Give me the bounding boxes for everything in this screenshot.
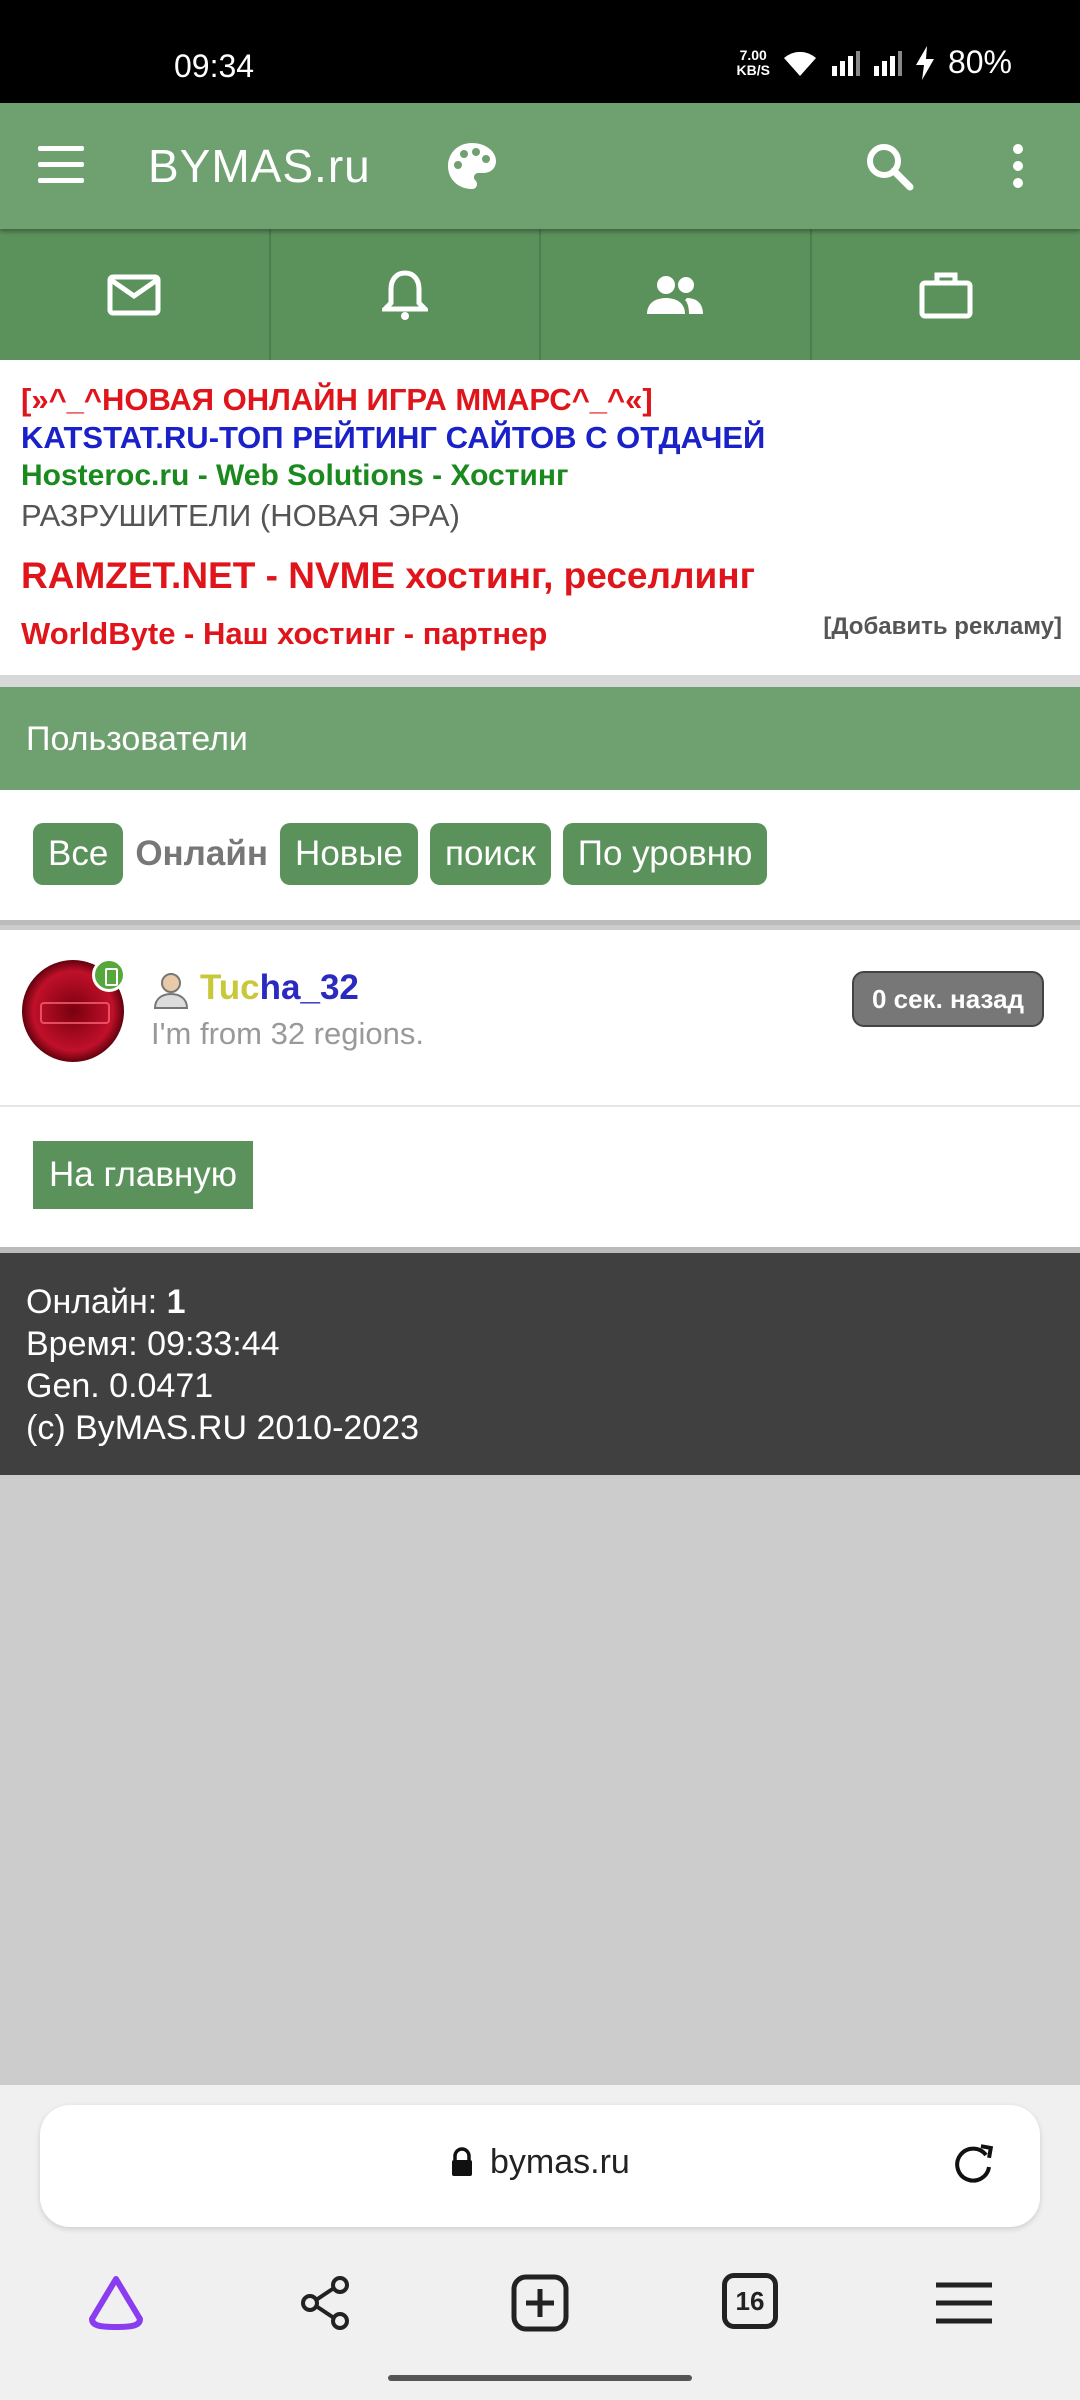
footer: Онлайн: 1 Время: 09:33:44 Gen. 0.0471 (c…: [0, 1253, 1080, 1475]
browser-menu-icon[interactable]: [934, 2273, 994, 2333]
more-vert-icon[interactable]: [1010, 141, 1026, 191]
user-name-link[interactable]: Tucha_32: [200, 968, 359, 1008]
address-bar[interactable]: bymas.ru: [40, 2105, 1040, 2227]
user-name-part: Tuc: [200, 968, 260, 1007]
add-ad-link[interactable]: [Добавить рекламу]: [823, 613, 1062, 641]
net-speed-unit: KB/S: [736, 61, 770, 78]
user-icon: [153, 973, 189, 1009]
signal-icon: [831, 50, 860, 76]
site-title[interactable]: BYMAS.ru: [148, 139, 371, 193]
tab-bar: [0, 229, 1080, 360]
ad-link-hosteroc[interactable]: Hosteroc.ru - Web Solutions - Хостинг: [21, 459, 568, 493]
footer-gen: Gen. 0.0471: [26, 1367, 214, 1405]
section-title: Пользователи: [26, 720, 248, 758]
share-icon[interactable]: [296, 2273, 356, 2333]
charging-icon: [915, 45, 934, 80]
browser-nav: 16: [0, 2255, 1080, 2355]
briefcase-icon: [919, 272, 973, 318]
tab-friends[interactable]: [541, 229, 812, 360]
browser-toolbar: bymas.ru 16: [0, 2085, 1080, 2400]
home-box: На главную: [0, 1107, 1080, 1253]
footer-copyright: (c) ByMAS.RU 2010-2023: [26, 1409, 420, 1447]
net-speed: 7.00 KB/S: [736, 46, 770, 78]
bell-icon: [381, 269, 428, 320]
tab-notifications[interactable]: [271, 229, 541, 360]
tab-mail[interactable]: [0, 229, 271, 360]
status-bar: 09:34 7.00 KB/S 80%: [0, 0, 1080, 103]
user-status-text: I'm from 32 regions.: [151, 1016, 424, 1051]
mail-icon: [107, 274, 161, 315]
reload-icon[interactable]: [950, 2141, 996, 2187]
search-icon[interactable]: [864, 141, 914, 191]
new-tab-icon[interactable]: [510, 2273, 570, 2333]
online-mobile-icon: [92, 958, 126, 992]
filter-online-active: Онлайн: [135, 834, 269, 873]
user-name-part: ha_32: [259, 968, 359, 1007]
signal-icon-2: [873, 50, 902, 76]
alice-assistant-icon[interactable]: [86, 2273, 146, 2333]
footer-online-label: Онлайн:: [26, 1283, 167, 1321]
ad-link-ramzet[interactable]: RAMZET.NET - NVME хостинг, реселлинг: [21, 555, 755, 597]
filter-new-button[interactable]: Новые: [280, 823, 419, 885]
app-bar: BYMAS.ru: [0, 103, 1080, 229]
divider: [0, 675, 1080, 687]
ads-block: [»^_^НОВАЯ ОНЛАЙН ИГРА ММАРС^_^«] KATSTA…: [0, 360, 1080, 675]
ad-link-razrushiteli[interactable]: РАЗРУШИТЕЛИ (НОВАЯ ЭРА): [21, 498, 460, 534]
home-button[interactable]: На главную: [33, 1141, 254, 1209]
user-filters: Все Онлайн Новые поиск По уровню: [0, 790, 1080, 925]
palette-icon[interactable]: [446, 141, 498, 191]
battery-percent: 80%: [947, 44, 1012, 80]
tab-shop[interactable]: [812, 229, 1080, 360]
user-list-item[interactable]: Tucha_32 I'm from 32 regions. 0 сек. наз…: [0, 930, 1080, 1107]
footer-time: Время: 09:33:44: [26, 1325, 280, 1363]
filter-by-level-button[interactable]: По уровню: [562, 823, 768, 885]
footer-online: Онлайн: 1: [26, 1281, 419, 1323]
section-header: Пользователи: [0, 687, 1080, 790]
footer-online-count: 1: [166, 1283, 186, 1321]
last-seen-badge: 0 сек. назад: [852, 971, 1044, 1027]
people-icon: [647, 275, 704, 314]
menu-icon[interactable]: [38, 146, 84, 186]
tabs-count: 16: [735, 2285, 765, 2316]
ad-link-mmars[interactable]: [»^_^НОВАЯ ОНЛАЙН ИГРА ММАРС^_^«]: [21, 382, 653, 418]
ad-link-katstat[interactable]: KATSTAT.RU-ТОП РЕЙТИНГ САЙТОВ С ОТДАЧЕЙ: [21, 420, 765, 456]
tabs-counter-button[interactable]: 16: [722, 2273, 778, 2329]
filter-all-button[interactable]: Все: [33, 823, 124, 885]
wifi-icon: [783, 51, 816, 76]
ad-link-worldbyte[interactable]: WorldByte - Наш хостинг - партнер: [21, 616, 547, 652]
url-text[interactable]: bymas.ru: [490, 2143, 630, 2182]
status-time: 09:34: [174, 48, 255, 84]
home-indicator[interactable]: [388, 2375, 692, 2381]
status-icons: 7.00 KB/S 80%: [737, 44, 1013, 81]
net-speed-value: 7.00: [739, 46, 767, 63]
filter-search-button[interactable]: поиск: [430, 823, 551, 885]
lock-icon: [452, 2147, 472, 2176]
